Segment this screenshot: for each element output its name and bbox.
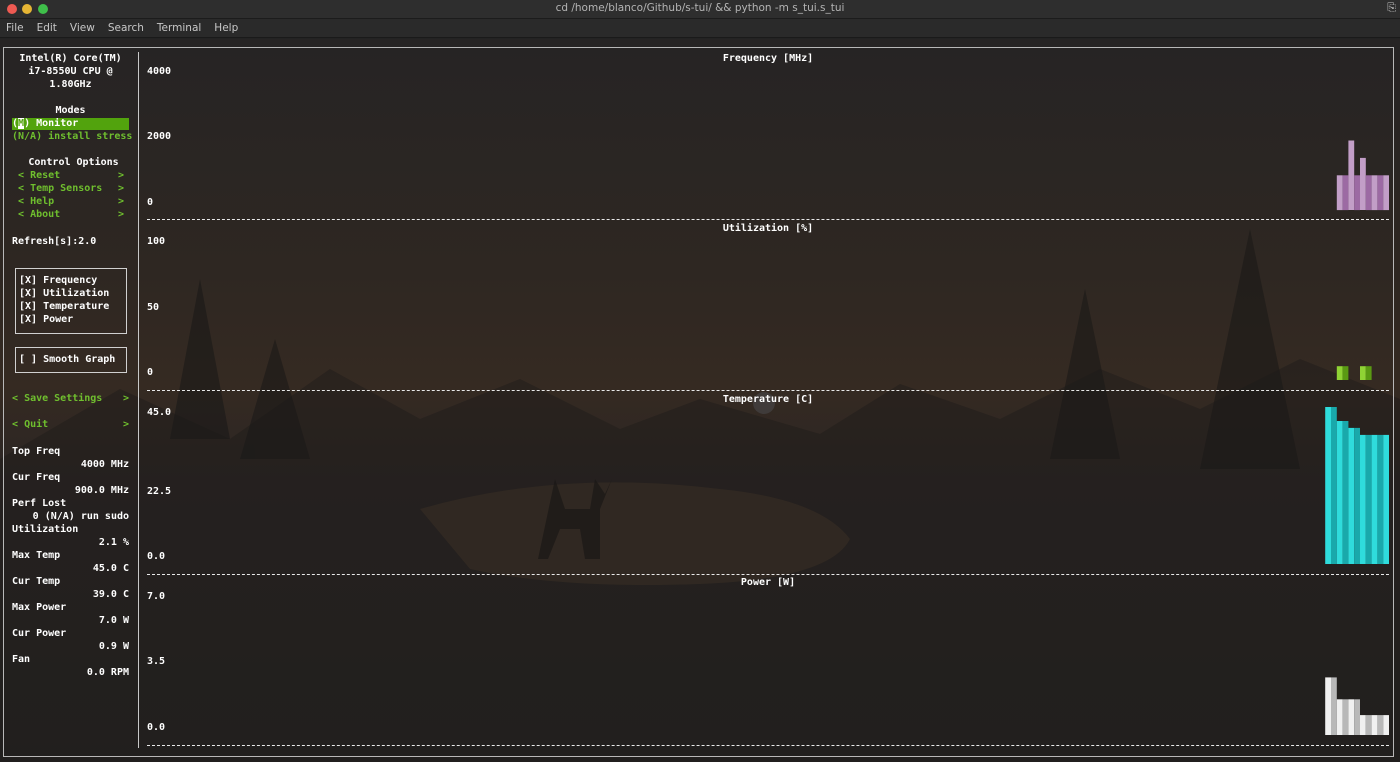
temperature-bar bbox=[1331, 407, 1337, 564]
frequency-bar bbox=[1336, 175, 1343, 211]
frequency-bar bbox=[1365, 175, 1372, 211]
temperature-bar bbox=[1377, 434, 1384, 564]
utilization-bar bbox=[1360, 366, 1366, 380]
temperature-bar bbox=[1354, 427, 1360, 564]
frequency-bar bbox=[1371, 175, 1378, 211]
frequency-bar bbox=[1360, 157, 1366, 210]
frequency-bar bbox=[1377, 175, 1384, 211]
power-bar bbox=[1336, 699, 1343, 735]
menu-help[interactable]: Help bbox=[214, 22, 238, 34]
menubar: File Edit View Search Terminal Help bbox=[0, 19, 1400, 38]
terminal-area: Intel(R) Core(TM) i7-8550U CPU @ 1.80GHz… bbox=[0, 39, 1400, 762]
power-bar bbox=[1325, 677, 1331, 735]
power-bar bbox=[1342, 699, 1349, 735]
temperature-bar bbox=[1365, 434, 1372, 564]
terminal-icon[interactable]: ⎘ bbox=[1387, 1, 1396, 15]
graph-bars-layer bbox=[1325, 140, 1389, 735]
menu-terminal[interactable]: Terminal bbox=[157, 22, 201, 34]
power-bar bbox=[1383, 715, 1389, 735]
menu-file[interactable]: File bbox=[6, 22, 24, 34]
power-bar bbox=[1365, 715, 1372, 735]
power-bar bbox=[1354, 699, 1360, 735]
power-bar bbox=[1360, 715, 1366, 735]
frequency-bar bbox=[1354, 175, 1360, 211]
utilization-bar bbox=[1342, 366, 1349, 380]
menu-edit[interactable]: Edit bbox=[37, 22, 57, 34]
menu-view[interactable]: View bbox=[70, 22, 95, 34]
window-titlebar: cd /home/blanco/Github/s-tui/ && python … bbox=[0, 0, 1400, 19]
window-title: cd /home/blanco/Github/s-tui/ && python … bbox=[555, 2, 845, 14]
temperature-bar bbox=[1325, 407, 1331, 564]
power-bar bbox=[1371, 715, 1378, 735]
temperature-bar bbox=[1383, 434, 1389, 564]
temperature-bar bbox=[1371, 434, 1378, 564]
temperature-bar bbox=[1360, 434, 1366, 564]
temperature-bar bbox=[1336, 421, 1343, 564]
menu-search[interactable]: Search bbox=[108, 22, 144, 34]
utilization-bar bbox=[1336, 366, 1343, 380]
power-bar bbox=[1348, 699, 1355, 735]
power-bar bbox=[1331, 677, 1337, 735]
frequency-bar bbox=[1342, 175, 1349, 211]
frequency-bar bbox=[1383, 175, 1389, 211]
frequency-bar bbox=[1348, 140, 1355, 210]
utilization-bar bbox=[1365, 366, 1372, 380]
power-bar bbox=[1377, 715, 1384, 735]
temperature-bar bbox=[1348, 427, 1355, 564]
temperature-bar bbox=[1342, 421, 1349, 564]
